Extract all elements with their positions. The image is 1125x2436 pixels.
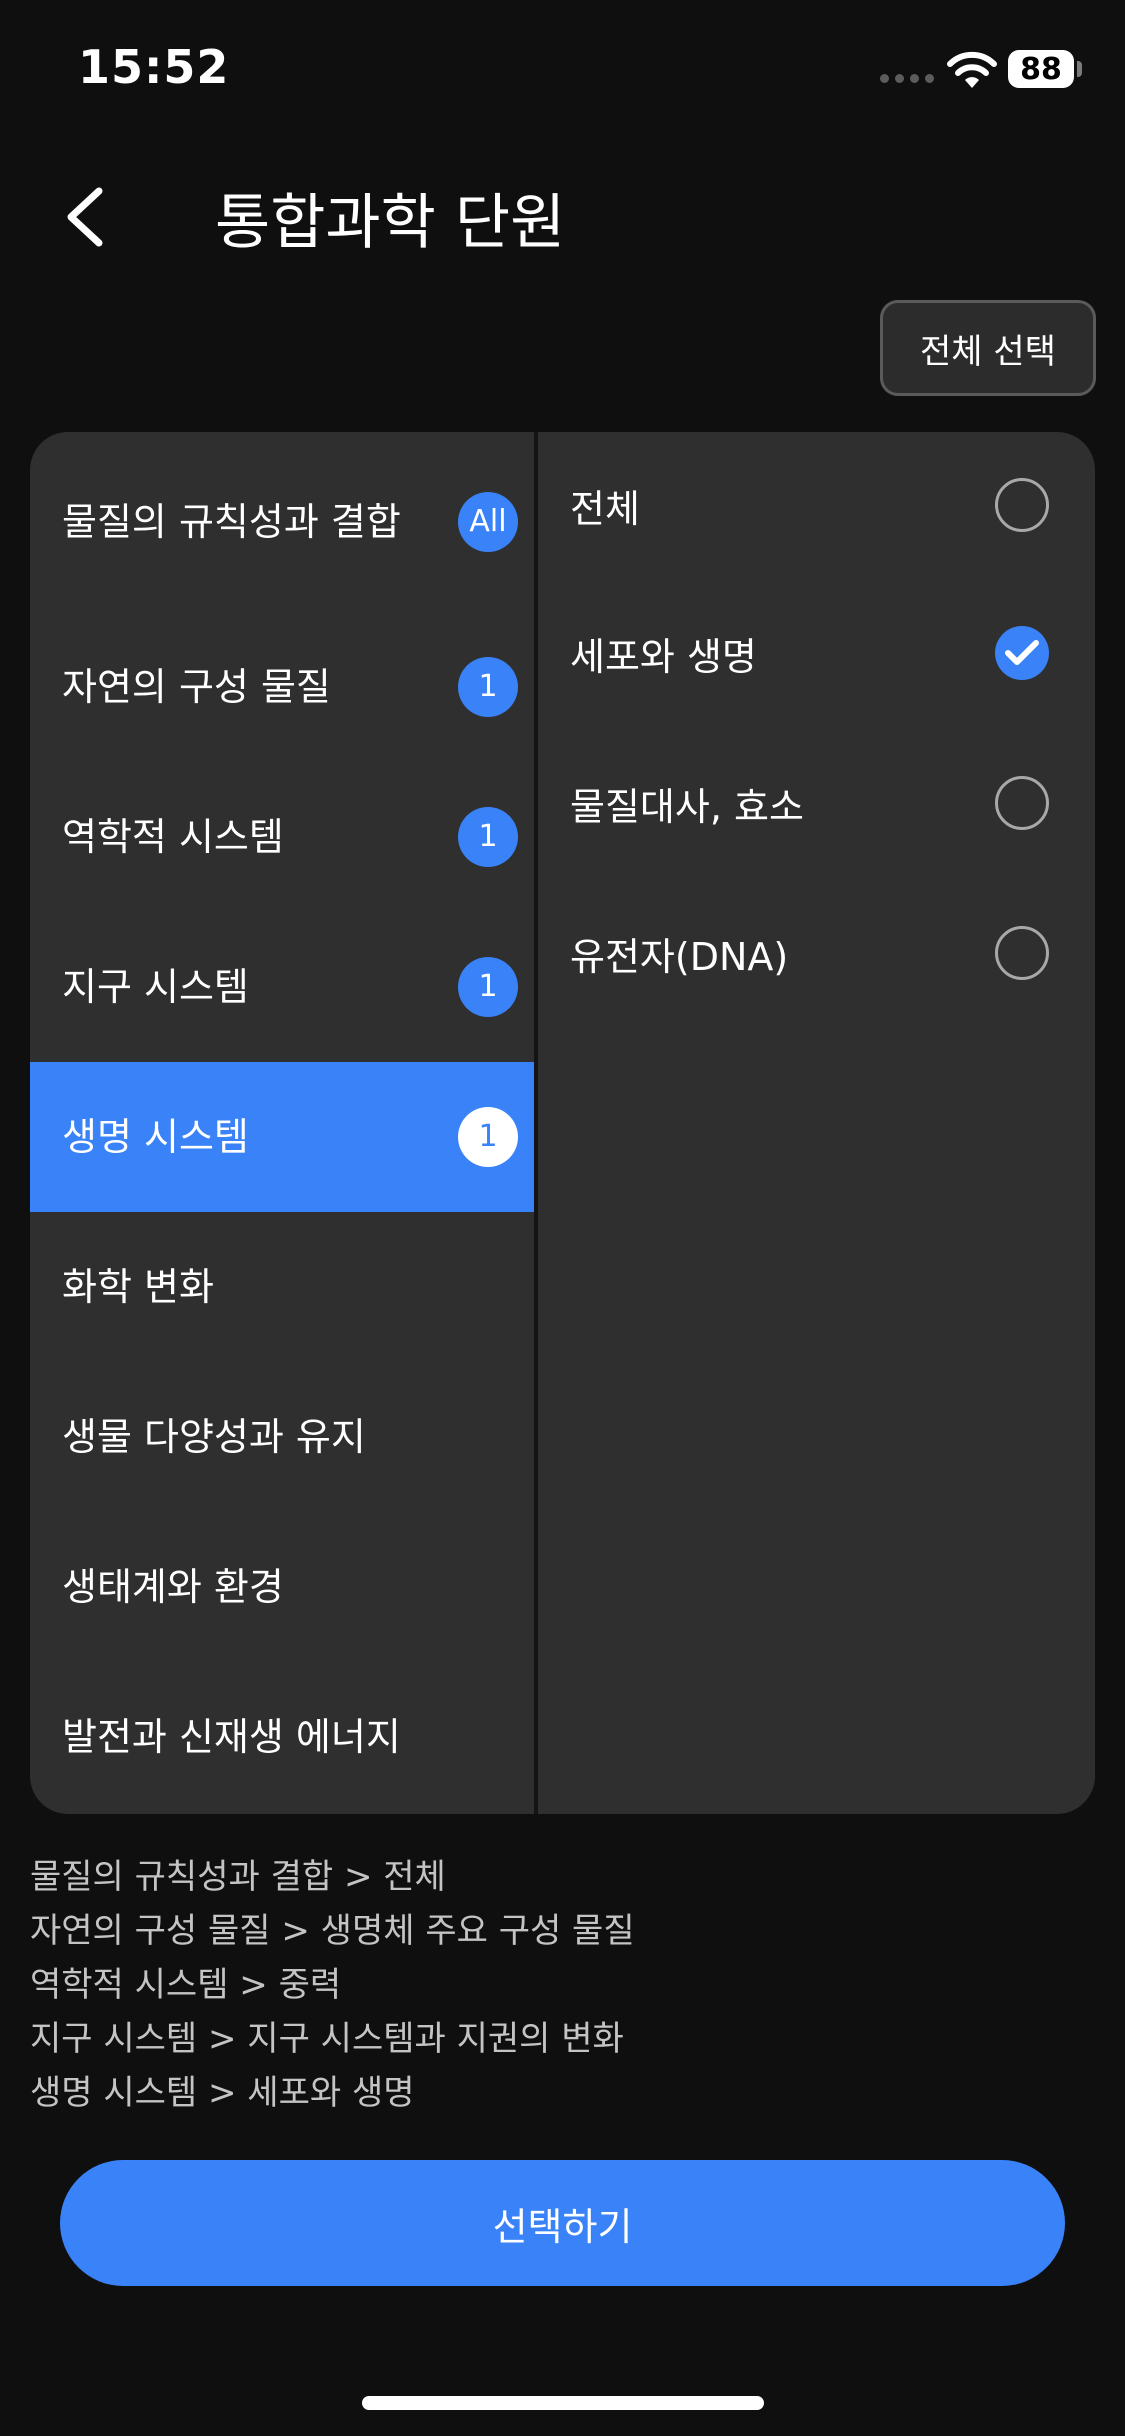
subunit-item-label: 유전자(DNA): [570, 934, 789, 979]
battery-tip: [1077, 61, 1082, 77]
unit-item-label: 생태계와 환경: [62, 1565, 284, 1609]
unit-item[interactable]: 발전과 신재생 에너지: [30, 1662, 534, 1812]
unit-item[interactable]: 물질의 규칙성과 결합 All: [30, 432, 534, 612]
unit-item[interactable]: 화학 변화: [30, 1212, 534, 1362]
selection-summary: 물질의 규칙성과 결합 > 전체 자연의 구성 물질 > 생명체 주요 구성 물…: [30, 1850, 635, 2120]
unit-item-label: 물질의 규칙성과 결합: [62, 500, 401, 544]
radio-unchecked-icon[interactable]: [995, 926, 1049, 980]
unit-item-label: 생명 시스템: [62, 1115, 249, 1159]
unit-item-label: 지구 시스템: [62, 965, 249, 1009]
back-button[interactable]: [50, 172, 120, 262]
chevron-left-icon: [67, 187, 103, 247]
status-time: 15:52: [78, 40, 230, 94]
subunit-item-label: 전체: [570, 486, 640, 531]
check-icon: [1005, 640, 1039, 665]
radio-unchecked-icon[interactable]: [995, 478, 1049, 532]
count-badge: 1: [458, 1107, 518, 1167]
confirm-select-button[interactable]: 선택하기: [60, 2160, 1065, 2286]
subunit-item[interactable]: 세포와 생명: [538, 578, 1095, 728]
unit-item-label: 발전과 신재생 에너지: [62, 1715, 401, 1759]
summary-line: 자연의 구성 물질 > 생명체 주요 구성 물질: [30, 1911, 635, 1951]
unit-item-label: 역학적 시스템: [62, 815, 284, 859]
cellular-signal-icon: [880, 74, 934, 83]
subunit-item[interactable]: 유전자(DNA): [538, 878, 1095, 1028]
radio-unchecked-icon[interactable]: [995, 776, 1049, 830]
unit-item[interactable]: 지구 시스템 1: [30, 912, 534, 1062]
unit-item[interactable]: 역학적 시스템 1: [30, 762, 534, 912]
page-title: 통합과학 단원: [215, 188, 566, 258]
unit-item-label: 생물 다양성과 유지: [62, 1415, 366, 1459]
home-indicator[interactable]: [362, 2396, 764, 2410]
checkmark-icon[interactable]: [995, 626, 1049, 680]
unit-item-selected[interactable]: 생명 시스템 1: [30, 1062, 534, 1212]
unit-item[interactable]: 생태계와 환경: [30, 1512, 534, 1662]
subunit-item[interactable]: 물질대사, 효소: [538, 728, 1095, 878]
summary-line: 생명 시스템 > 세포와 생명: [30, 2073, 415, 2113]
count-badge: 1: [458, 657, 518, 717]
screen: 15:52 88 통합과학 단원 전체 선택 물질의 규칙성과 결합 All 자…: [0, 0, 1125, 2436]
wifi-icon: [947, 51, 997, 88]
subunit-item-label: 세포와 생명: [570, 634, 757, 679]
unit-item[interactable]: 생물 다양성과 유지: [30, 1362, 534, 1512]
battery-icon: 88: [1008, 50, 1074, 88]
summary-line: 지구 시스템 > 지구 시스템과 지권의 변화: [30, 2019, 624, 2059]
subunit-list: 전체 세포와 생명 물질대사, 효소 유전자(DNA): [538, 432, 1095, 1028]
select-all-button[interactable]: 전체 선택: [880, 300, 1096, 396]
unit-list: 물질의 규칙성과 결합 All 자연의 구성 물질 1 역학적 시스템 1 지구…: [30, 432, 534, 1814]
count-badge: 1: [458, 807, 518, 867]
count-badge: 1: [458, 957, 518, 1017]
unit-item[interactable]: 자연의 구성 물질 1: [30, 612, 534, 762]
unit-item-label: 화학 변화: [62, 1265, 214, 1309]
summary-line: 물질의 규칙성과 결합 > 전체: [30, 1857, 446, 1897]
subunit-item-label: 물질대사, 효소: [570, 784, 804, 829]
summary-line: 역학적 시스템 > 중력: [30, 1965, 342, 2005]
count-badge: All: [458, 492, 518, 552]
subunit-item[interactable]: 전체: [538, 432, 1095, 578]
unit-selection-panel: 물질의 규칙성과 결합 All 자연의 구성 물질 1 역학적 시스템 1 지구…: [30, 432, 1095, 1814]
unit-item-label: 자연의 구성 물질: [62, 665, 331, 709]
